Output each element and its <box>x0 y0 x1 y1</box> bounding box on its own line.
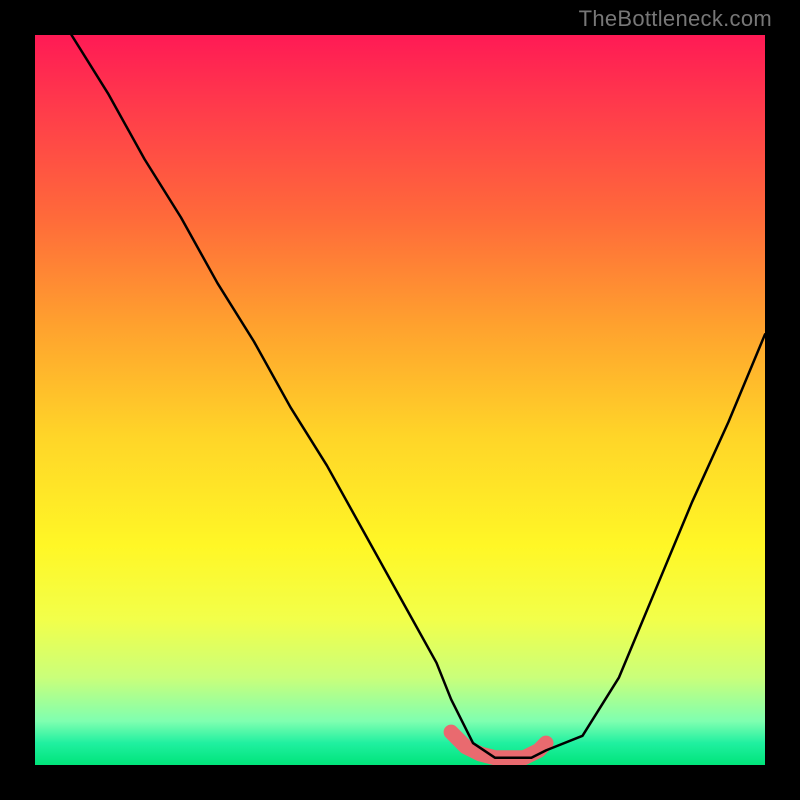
plot-area <box>35 35 765 765</box>
highlight-path <box>451 732 546 758</box>
bottleneck-curve-path <box>72 35 766 758</box>
chart-frame: TheBottleneck.com <box>0 0 800 800</box>
watermark-text: TheBottleneck.com <box>579 6 772 32</box>
curve-svg <box>35 35 765 765</box>
